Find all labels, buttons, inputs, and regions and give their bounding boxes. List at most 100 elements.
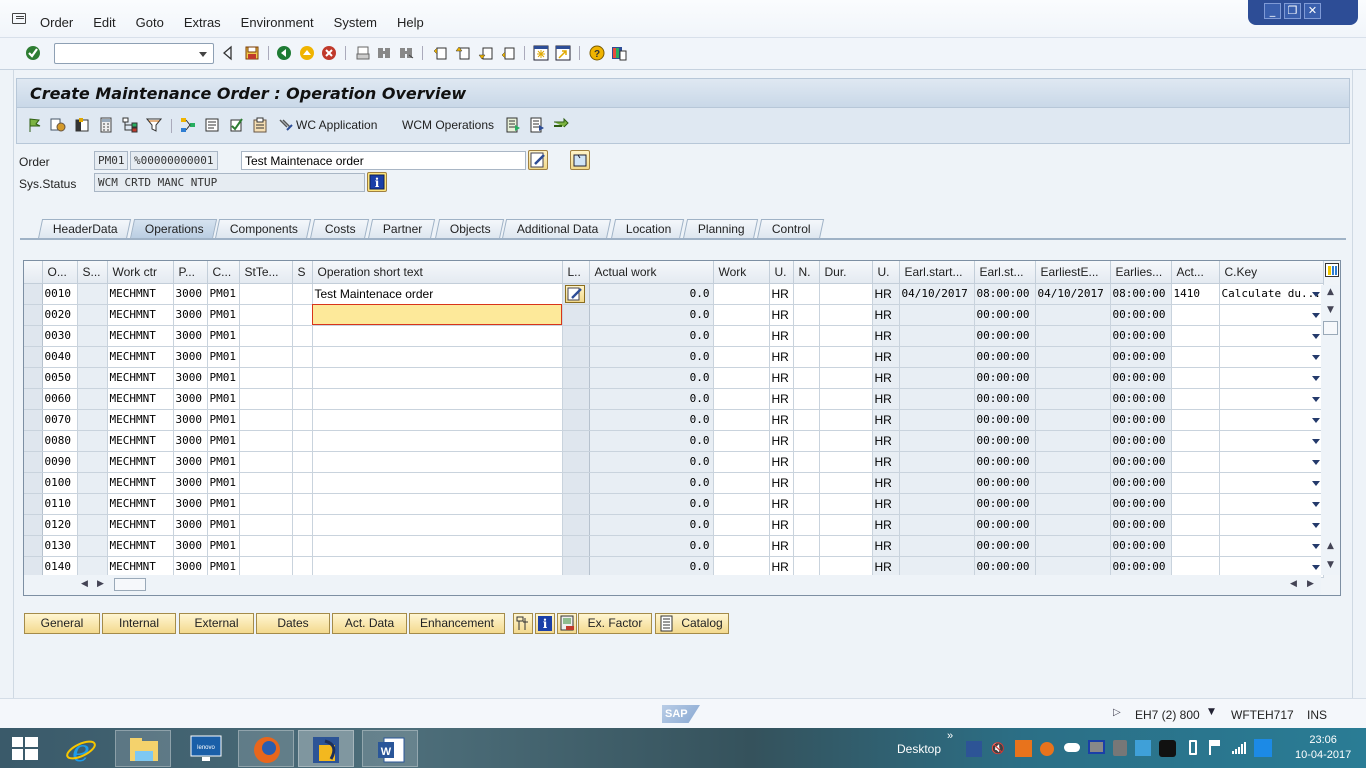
plant-cell[interactable]: 3000	[173, 304, 208, 326]
earl-start-date-cell[interactable]	[899, 346, 975, 368]
calc-key-cell[interactable]	[1219, 325, 1324, 347]
system-menu-icon[interactable]	[12, 13, 26, 24]
earl-start-time-cell[interactable]: 00:00:00	[974, 556, 1036, 578]
duration-cell[interactable]	[819, 493, 873, 515]
tray-app-icon[interactable]	[1135, 740, 1151, 756]
duration-cell[interactable]	[819, 388, 873, 410]
calc-key-cell[interactable]	[1219, 556, 1324, 578]
activity-cell[interactable]	[1171, 472, 1220, 494]
earl-start-time-cell[interactable]: 00:00:00	[974, 472, 1036, 494]
plant-cell[interactable]: 3000	[173, 556, 208, 578]
standard-text-cell[interactable]	[239, 325, 293, 347]
system-dropdown-icon[interactable]: ▼	[1208, 707, 1215, 717]
tab-partner[interactable]: Partner	[368, 219, 436, 239]
actual-work-cell[interactable]: 0.0	[589, 346, 714, 368]
suboperation-cell[interactable]	[77, 430, 108, 452]
col-unit-duration[interactable]: U.	[872, 261, 900, 284]
enter-icon[interactable]	[25, 45, 41, 61]
number-cell[interactable]	[793, 388, 820, 410]
standard-text-cell[interactable]	[239, 556, 293, 578]
insert-mode[interactable]: INS	[1307, 708, 1327, 722]
activity-cell[interactable]	[1171, 325, 1220, 347]
calculator-icon[interactable]	[98, 117, 114, 133]
menu-help[interactable]: Help	[397, 15, 424, 30]
work-center-cell[interactable]: MECHMNT	[107, 346, 174, 368]
earliest-end-time-cell[interactable]: 00:00:00	[1110, 346, 1172, 368]
short-text-cell[interactable]	[312, 472, 563, 494]
activity-cell[interactable]	[1171, 451, 1220, 473]
work-center-cell[interactable]: MECHMNT	[107, 283, 174, 305]
row-selector[interactable]	[24, 283, 43, 305]
suboperation-cell[interactable]	[77, 304, 108, 326]
internet-explorer-icon[interactable]: e	[65, 734, 97, 764]
tools-button[interactable]	[513, 613, 533, 634]
activity-cell[interactable]	[1171, 346, 1220, 368]
suboperation-cell[interactable]	[77, 346, 108, 368]
calc-key-cell[interactable]	[1219, 451, 1324, 473]
col-activity[interactable]: Act...	[1171, 261, 1220, 284]
long-text-cell[interactable]	[562, 430, 590, 452]
short-text-cell[interactable]	[312, 535, 563, 557]
number-cell[interactable]	[793, 409, 820, 431]
ex-factor-button[interactable]: Ex. Factor	[578, 613, 652, 634]
earliest-end-date-cell[interactable]	[1035, 556, 1111, 578]
suboperation-cell[interactable]	[77, 451, 108, 473]
short-text-cell[interactable]	[312, 451, 563, 473]
col-work-center[interactable]: Work ctr	[107, 261, 174, 284]
work-cell[interactable]	[713, 535, 770, 557]
plant-cell[interactable]: 3000	[173, 388, 208, 410]
short-text-cell[interactable]	[312, 304, 563, 326]
earliest-end-date-cell[interactable]	[1035, 388, 1111, 410]
actual-work-cell[interactable]: 0.0	[589, 388, 714, 410]
work-unit-cell[interactable]: HR	[769, 430, 794, 452]
col-earliest-end-time[interactable]: Earlies...	[1110, 261, 1172, 284]
word-app[interactable]: W	[362, 730, 418, 767]
col-work[interactable]: Work	[713, 261, 770, 284]
col-actual-work[interactable]: Actual work	[589, 261, 714, 284]
duration-cell[interactable]	[819, 451, 873, 473]
earl-start-date-cell[interactable]	[899, 514, 975, 536]
suboperation-cell[interactable]	[77, 388, 108, 410]
earl-start-time-cell[interactable]: 08:00:00	[974, 283, 1036, 305]
suboperation-cell[interactable]	[77, 325, 108, 347]
duration-unit-cell[interactable]: HR	[872, 346, 900, 368]
s-cell[interactable]	[292, 346, 313, 368]
control-key-cell[interactable]: PM01	[207, 304, 240, 326]
long-text-cell[interactable]	[562, 514, 590, 536]
earl-start-date-cell[interactable]	[899, 535, 975, 557]
cancel-icon[interactable]	[321, 45, 337, 61]
earl-start-time-cell[interactable]: 00:00:00	[974, 535, 1036, 557]
toolbar-overflow[interactable]: »	[947, 730, 953, 742]
short-text-cell[interactable]: Test Maintenace order	[312, 283, 563, 305]
suboperation-cell[interactable]	[77, 472, 108, 494]
earl-start-date-cell[interactable]	[899, 451, 975, 473]
tab-additional-data[interactable]: Additional Data	[502, 219, 612, 239]
earl-start-date-cell[interactable]	[899, 493, 975, 515]
long-text-cell[interactable]	[562, 535, 590, 557]
earliest-end-time-cell[interactable]: 00:00:00	[1110, 535, 1172, 557]
plant-cell[interactable]: 3000	[173, 409, 208, 431]
number-cell[interactable]	[793, 283, 820, 305]
duration-unit-cell[interactable]: HR	[872, 430, 900, 452]
clipboard-icon[interactable]	[252, 117, 268, 133]
filter-icon[interactable]	[146, 117, 162, 133]
long-text-edit-icon[interactable]	[564, 284, 585, 303]
earliest-end-time-cell[interactable]: 00:00:00	[1110, 493, 1172, 515]
number-cell[interactable]	[793, 514, 820, 536]
col-plant[interactable]: P...	[173, 261, 208, 284]
duration-cell[interactable]	[819, 409, 873, 431]
overview-icon[interactable]	[74, 117, 90, 133]
long-text-button[interactable]	[528, 150, 548, 170]
scroll-down-icon[interactable]: ▲	[1323, 539, 1338, 553]
plant-cell[interactable]: 3000	[173, 283, 208, 305]
earl-start-time-cell[interactable]: 00:00:00	[974, 388, 1036, 410]
tab-objects[interactable]: Objects	[434, 219, 504, 239]
tab-components[interactable]: Components	[215, 219, 312, 239]
action-center-flag-icon[interactable]	[1209, 740, 1221, 755]
work-unit-cell[interactable]: HR	[769, 409, 794, 431]
file-explorer-app[interactable]	[115, 730, 171, 767]
earl-start-time-cell[interactable]: 00:00:00	[974, 325, 1036, 347]
short-text-cell[interactable]	[312, 514, 563, 536]
tab-planning[interactable]: Planning	[682, 219, 758, 239]
firefox-app[interactable]	[238, 730, 294, 767]
